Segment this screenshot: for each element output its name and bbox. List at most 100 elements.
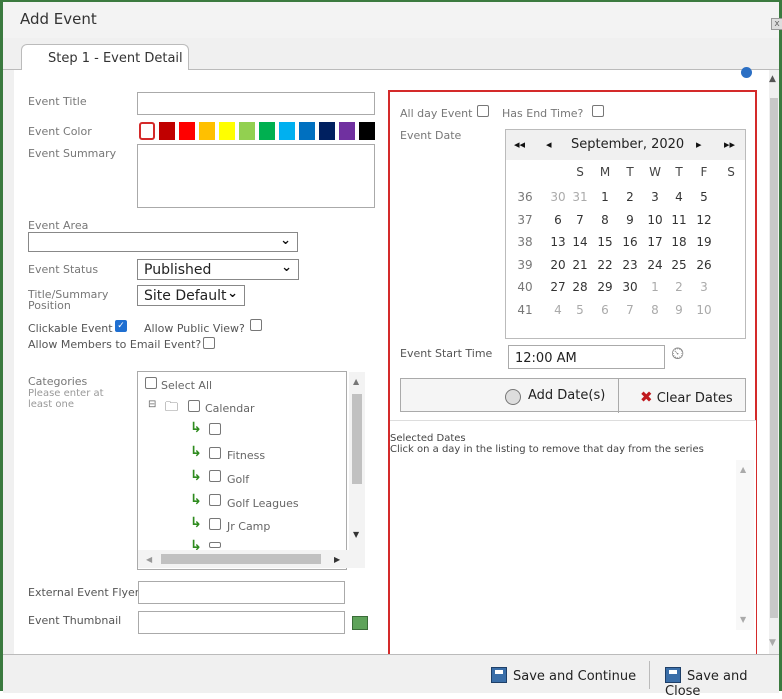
color-swatch[interactable] <box>339 122 355 140</box>
calendar-day[interactable]: 3 <box>644 190 666 204</box>
color-swatch[interactable] <box>359 122 375 140</box>
calendar-day[interactable]: 7 <box>569 213 591 227</box>
event-status-select[interactable]: Published ⌄ <box>137 259 299 280</box>
calendar-day[interactable]: 15 <box>594 235 616 249</box>
calendar-day[interactable]: 2 <box>668 280 690 294</box>
category-checkbox[interactable] <box>209 423 221 435</box>
help-icon[interactable] <box>741 67 752 78</box>
calendar-day[interactable]: 10 <box>644 213 666 227</box>
calendar-day[interactable]: 4 <box>668 190 690 204</box>
calendar-day[interactable]: 3 <box>693 280 715 294</box>
calendar-day[interactable]: 7 <box>619 303 641 317</box>
calendar-day[interactable]: 25 <box>668 258 690 272</box>
calendar-day[interactable]: 5 <box>693 190 715 204</box>
clickable-event-checkbox[interactable]: ✓ <box>115 320 127 332</box>
calendar-day[interactable]: 18 <box>668 235 690 249</box>
color-swatch[interactable] <box>199 122 215 140</box>
calendar-day[interactable]: 2 <box>619 190 641 204</box>
categories-hscrollbar-thumb[interactable] <box>161 554 321 564</box>
calendar-day[interactable]: 14 <box>569 235 591 249</box>
external-flyer-input[interactable] <box>138 581 345 604</box>
event-area-select[interactable]: ⌄ <box>28 232 298 252</box>
calendar-day[interactable]: 24 <box>644 258 666 272</box>
calendar-day[interactable]: 6 <box>547 213 569 227</box>
color-swatch[interactable] <box>159 122 175 140</box>
allow-members-email-checkbox[interactable] <box>203 337 215 349</box>
all-day-checkbox[interactable] <box>477 105 489 117</box>
collapse-icon[interactable]: ⊟ <box>148 399 156 410</box>
prev-month-icon[interactable]: ◂ <box>546 138 552 151</box>
select-all-checkbox[interactable] <box>145 377 157 389</box>
clock-icon[interactable]: ⏲ <box>671 344 684 364</box>
clear-dates-button[interactable]: ✖ Clear Dates <box>620 379 747 413</box>
calendar-checkbox[interactable] <box>188 400 200 412</box>
golf-checkbox[interactable] <box>209 470 221 482</box>
title-position-select[interactable]: Site Default ⌄ <box>137 285 245 306</box>
color-swatch[interactable] <box>139 122 155 140</box>
calendar-day[interactable]: 23 <box>619 258 641 272</box>
prev-year-icon[interactable]: ◂◂ <box>514 138 525 151</box>
has-end-time-checkbox[interactable] <box>592 105 604 117</box>
calendar-day[interactable]: 30 <box>547 190 569 204</box>
calendar-day[interactable]: 27 <box>547 280 569 294</box>
color-swatch[interactable] <box>279 122 295 140</box>
start-time-input[interactable]: 12:00 AM <box>508 345 665 369</box>
color-swatch[interactable] <box>179 122 195 140</box>
calendar-day[interactable]: 29 <box>594 280 616 294</box>
category-checkbox-partial[interactable] <box>209 542 221 548</box>
calendar-day[interactable]: 30 <box>619 280 641 294</box>
calendar-day[interactable]: 1 <box>594 190 616 204</box>
calendar-day[interactable]: 26 <box>693 258 715 272</box>
golf-leagues-checkbox[interactable] <box>209 494 221 506</box>
color-swatch[interactable] <box>299 122 315 140</box>
calendar-day[interactable]: 8 <box>644 303 666 317</box>
image-picker-icon[interactable] <box>352 616 368 630</box>
calendar-day[interactable]: 21 <box>569 258 591 272</box>
scrollbar-thumb[interactable] <box>770 98 778 618</box>
color-swatch[interactable] <box>239 122 255 140</box>
add-dates-button[interactable]: Add Date(s) <box>401 379 619 413</box>
calendar-day[interactable]: 31 <box>569 190 591 204</box>
calendar-day[interactable]: 5 <box>569 303 591 317</box>
calendar-day[interactable]: 12 <box>693 213 715 227</box>
scroll-up-icon[interactable]: ▲ <box>769 74 776 84</box>
calendar-day[interactable]: 10 <box>693 303 715 317</box>
scroll-left-icon[interactable]: ◀ <box>146 555 152 564</box>
scroll-up-icon[interactable]: ▲ <box>740 465 746 474</box>
calendar-day[interactable]: 9 <box>668 303 690 317</box>
tab-event-detail[interactable]: Step 1 - Event Detail <box>21 44 189 71</box>
scroll-down-icon[interactable]: ▼ <box>769 638 776 648</box>
color-swatch[interactable] <box>259 122 275 140</box>
scroll-down-icon[interactable]: ▼ <box>353 530 359 539</box>
save-close-button[interactable]: Save and Close <box>665 667 779 699</box>
color-swatch[interactable] <box>219 122 235 140</box>
calendar-day[interactable]: 1 <box>644 280 666 294</box>
jr-camp-checkbox[interactable] <box>209 518 221 530</box>
categories-scrollbar-thumb[interactable] <box>352 394 362 484</box>
selected-dates-scrollbar[interactable] <box>736 460 754 630</box>
next-year-icon[interactable]: ▸▸ <box>724 138 735 151</box>
calendar-day[interactable]: 9 <box>619 213 641 227</box>
next-month-icon[interactable]: ▸ <box>696 138 702 151</box>
calendar-day[interactable]: 20 <box>547 258 569 272</box>
calendar-day[interactable]: 28 <box>569 280 591 294</box>
close-icon[interactable]: x <box>771 18 782 30</box>
calendar-day[interactable]: 6 <box>594 303 616 317</box>
calendar-day[interactable]: 16 <box>619 235 641 249</box>
calendar-day[interactable]: 19 <box>693 235 715 249</box>
event-summary-input[interactable] <box>137 144 375 208</box>
scroll-right-icon[interactable]: ▶ <box>334 555 340 564</box>
save-continue-button[interactable]: Save and Continue <box>491 667 636 684</box>
calendar-day[interactable]: 13 <box>547 235 569 249</box>
event-title-input[interactable] <box>137 92 375 115</box>
calendar-day[interactable]: 4 <box>547 303 569 317</box>
calendar-day[interactable]: 17 <box>644 235 666 249</box>
fitness-checkbox[interactable] <box>209 447 221 459</box>
window-scrollbar[interactable] <box>769 70 779 654</box>
selected-dates-list[interactable] <box>391 458 756 632</box>
calendar-day[interactable]: 8 <box>594 213 616 227</box>
event-thumbnail-input[interactable] <box>138 611 345 634</box>
calendar-day[interactable]: 11 <box>668 213 690 227</box>
scroll-down-icon[interactable]: ▼ <box>740 615 746 624</box>
allow-public-view-checkbox[interactable] <box>250 319 262 331</box>
